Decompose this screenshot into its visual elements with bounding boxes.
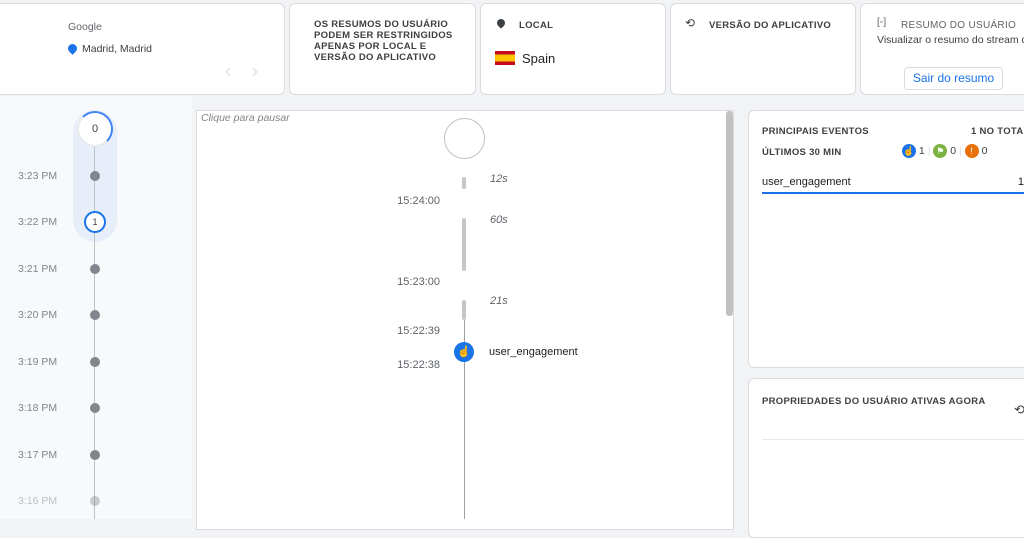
location-icon: [495, 17, 507, 29]
minute-marker[interactable]: [90, 403, 100, 413]
minute-marker[interactable]: [90, 357, 100, 367]
minute-marker[interactable]: [90, 450, 100, 460]
engagement-count: 1: [918, 144, 925, 157]
event-row[interactable]: user_engagement 1: [762, 171, 1024, 194]
local-value: Spain: [522, 51, 556, 66]
prev-button[interactable]: ‹: [225, 61, 231, 82]
minute-marker[interactable]: [90, 310, 100, 320]
pause-hint: Clique para pausar: [201, 112, 290, 124]
engagement-event-icon[interactable]: ☝: [454, 342, 474, 362]
app-version-title: VERSÃO DO APLICATIVO: [709, 20, 832, 31]
minute-label: 3:16 PM: [18, 495, 58, 507]
user-properties-title: PROPRIEDADES DO USUÁRIO ATIVAS AGORA: [762, 396, 986, 407]
period-label: ÚLTIMOS 30 MIN: [762, 147, 842, 158]
snapshot-title: RESUMO DO USUÁRIO: [901, 20, 1017, 31]
spain-flag-icon: [495, 51, 515, 65]
minute-label: 3:17 PM: [18, 449, 58, 461]
timestamp: 15:22:39: [397, 325, 440, 337]
app-version-card[interactable]: ⟲ VERSÃO DO APLICATIVO: [670, 3, 856, 95]
duration-label: 60s: [490, 214, 508, 226]
timestamp: 15:24:00: [397, 195, 440, 207]
exit-snapshot-button[interactable]: Sair do resumo: [904, 67, 1003, 90]
stream-start-circle: [444, 118, 485, 159]
local-title: LOCAL: [519, 20, 554, 31]
event-row-name: user_engagement: [762, 176, 851, 188]
duration-label: 12s: [490, 173, 508, 185]
engagement-icon: ☝: [902, 144, 916, 158]
top-events-title: PRINCIPAIS EVENTOS: [762, 126, 869, 137]
restriction-notice: OS RESUMOS DO USUÁRIO PODEM SER RESTRING…: [314, 19, 453, 63]
snapshot-description: Visualizar o resumo do stream de ativida…: [877, 34, 1024, 46]
event-stream-panel[interactable]: Clique para pausar: [196, 110, 734, 530]
minute-label: 3:20 PM: [18, 309, 58, 321]
history-icon[interactable]: ⟲: [1014, 402, 1024, 418]
minute-marker[interactable]: [90, 496, 100, 506]
timestamp: 15:22:38: [397, 359, 440, 371]
device-location: Madrid, Madrid: [82, 43, 153, 55]
restriction-notice-card: OS RESUMOS DO USUÁRIO PODEM SER RESTRING…: [289, 3, 476, 95]
device-card: Google Madrid, Madrid ‹ ›: [0, 3, 285, 95]
timestamp: 15:23:00: [397, 276, 440, 288]
conversion-flag-icon: ⚑: [933, 144, 948, 158]
history-icon: ⟲: [685, 16, 696, 30]
scrollbar[interactable]: [726, 111, 733, 316]
event-row-count: 1: [1017, 176, 1024, 188]
top-events-card: PRINCIPAIS EVENTOS 1 NO TOTAL ÚLTIMOS 30…: [748, 110, 1024, 368]
error-icon: !: [964, 144, 979, 158]
conversion-count: 0: [950, 144, 957, 157]
minute-label: 3:21 PM: [18, 263, 58, 275]
local-card[interactable]: LOCAL Spain: [480, 3, 666, 95]
event-name[interactable]: user_engagement: [489, 346, 578, 358]
next-button[interactable]: ›: [252, 61, 258, 82]
current-count-badge: 0: [77, 111, 113, 147]
duration-label: 21s: [490, 295, 508, 307]
user-snapshot-icon: [◦]: [877, 17, 887, 28]
user-properties-card: PROPRIEDADES DO USUÁRIO ATIVAS AGORA ⟲: [748, 378, 1024, 538]
minute-label: 3:23 PM: [18, 170, 58, 182]
minute-marker[interactable]: [90, 171, 100, 181]
device-name: Google: [68, 21, 102, 33]
minute-marker[interactable]: 1: [84, 211, 106, 233]
minute-label: 3:19 PM: [18, 356, 58, 368]
minute-marker[interactable]: [90, 264, 100, 274]
error-count: 0: [981, 144, 988, 157]
minute-label: 3:18 PM: [18, 402, 58, 414]
top-events-total: 1 NO TOTAL: [971, 126, 1024, 137]
user-snapshot-card: [◦] RESUMO DO USUÁRIO Visualizar o resum…: [860, 3, 1024, 95]
minute-label: 3:22 PM: [18, 216, 58, 228]
location-pin-icon: [66, 42, 79, 55]
